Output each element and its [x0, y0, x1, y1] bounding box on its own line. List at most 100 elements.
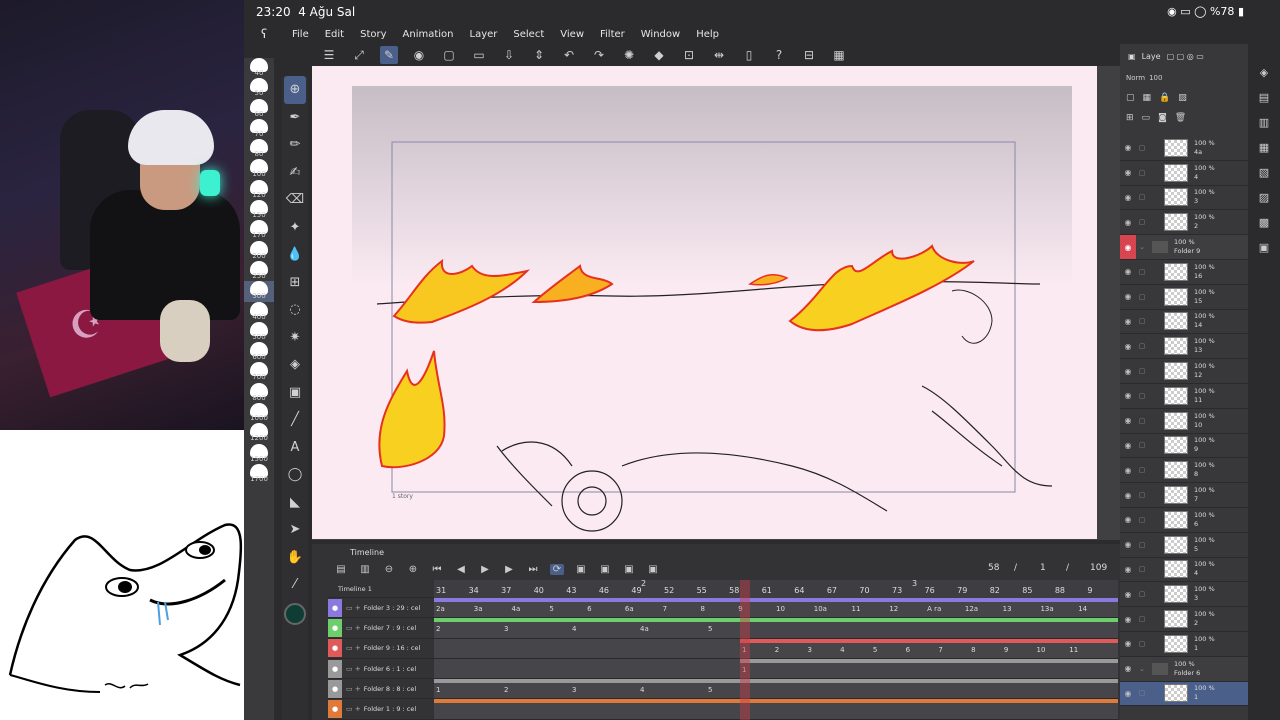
layer-lock-icon[interactable]: ▢ [1136, 218, 1148, 226]
ref-icon[interactable]: ▦ [1143, 93, 1152, 103]
layer-visibility-icon[interactable]: ◉ [1120, 409, 1136, 433]
brush-size-item[interactable]: 500 [244, 321, 274, 342]
cel-label[interactable]: 13 [1003, 605, 1012, 613]
track-label[interactable]: ● ▭ + Folder 6 : 1 : cel [328, 659, 434, 680]
layer-lock-icon[interactable]: ▢ [1136, 565, 1148, 573]
delete-layer-icon[interactable]: 🗑 [1175, 113, 1186, 123]
layer-props-icon[interactable]: ▤ [1251, 86, 1277, 108]
current-frame[interactable]: 58 [988, 563, 999, 573]
play-icon[interactable]: ▶ [478, 564, 492, 575]
cel-specify-icon[interactable]: ▣ [622, 564, 636, 575]
layer-visibility-icon[interactable]: ◉ [1120, 607, 1136, 631]
save-icon[interactable]: ⇩ [500, 46, 518, 64]
lock-alpha-icon[interactable]: ▨ [1178, 93, 1187, 103]
layer-lock-icon[interactable]: ▢ [1136, 417, 1148, 425]
layer-visibility-icon[interactable]: ◉ [1120, 458, 1136, 482]
track-visibility-icon[interactable]: ● [328, 679, 342, 698]
cel-label[interactable]: 4a [512, 605, 521, 613]
layer-visibility-icon[interactable]: ◉ [1120, 632, 1136, 656]
canvas-area[interactable]: 1 story [312, 66, 1120, 540]
fill-tool-icon[interactable]: ◈ [284, 351, 306, 379]
layer-row[interactable]: ◉ ▢ 100 % 2 [1120, 210, 1248, 236]
layer-row[interactable]: ◉ ▢ 100 % 3 [1120, 186, 1248, 211]
cel-label[interactable]: 2 [775, 646, 779, 654]
menu-select[interactable]: Select [505, 29, 552, 40]
cel-label[interactable]: 5 [708, 625, 712, 633]
menu-edit[interactable]: Edit [317, 29, 352, 40]
grid-tool-icon[interactable]: ⊞ [284, 269, 306, 297]
layer-folder-row[interactable]: ◉ ⌄ 100 % Folder 9 [1120, 235, 1248, 260]
cel-label[interactable]: 10 [776, 605, 785, 613]
cel-label[interactable]: 5 [549, 605, 553, 613]
layer-row[interactable]: ◉ ▢ 100 % 4 [1120, 161, 1248, 186]
layer-lock-icon[interactable]: ▢ [1136, 441, 1148, 449]
zoom-out-icon[interactable]: ⊖ [382, 564, 396, 575]
page-number[interactable]: 1 [1040, 563, 1046, 573]
navigator-icon[interactable]: ▧ [1251, 161, 1277, 183]
cel-label[interactable]: 7 [938, 646, 942, 654]
cel-label[interactable]: 8 [700, 605, 704, 613]
brush-size-item[interactable]: 400 [244, 301, 274, 322]
cel-label[interactable]: 5 [873, 646, 877, 654]
menu-animation[interactable]: Animation [395, 29, 462, 40]
layer-lock-icon[interactable]: ▢ [1136, 193, 1148, 201]
layer-tab[interactable]: ▣ Laye ▢ ▢ ◎ ▭ [1120, 44, 1248, 68]
layer-lock-icon[interactable]: ▢ [1136, 516, 1148, 524]
brush-size-item[interactable]: 1500 [244, 443, 274, 464]
brush-tool-icon[interactable]: ✍ [284, 159, 306, 187]
track-row[interactable]: 2a 3a 4a 5 6 6a 7 8 9 10 10a 11 12 A ra 12a 13 13a 14 [434, 598, 1118, 619]
cel-label[interactable]: 2a [436, 605, 445, 613]
fill-icon[interactable]: ◆ [650, 46, 668, 64]
open-folder-icon[interactable]: ▭ [470, 46, 488, 64]
menu-view[interactable]: View [552, 29, 592, 40]
layer-visibility-icon[interactable]: ◉ [1120, 483, 1136, 507]
brush-size-item[interactable]: 170 [244, 220, 274, 240]
layer-row[interactable]: ◉ ▢ 100 % 4 [1120, 558, 1248, 583]
menu-help[interactable]: Help [688, 29, 727, 40]
cel-label[interactable]: 6 [587, 605, 591, 613]
layer-row[interactable]: ◉ ▢ 100 % 12 [1120, 359, 1248, 384]
brush-size-item[interactable]: 70 [244, 118, 274, 139]
playhead[interactable] [740, 580, 750, 720]
layer-lock-icon[interactable]: ▢ [1136, 169, 1148, 177]
color-set-icon[interactable]: ▣ [1251, 236, 1277, 258]
layer-row[interactable]: ◉ ▢ 100 % 7 [1120, 483, 1248, 508]
layer-lock-icon[interactable]: ▢ [1136, 541, 1148, 549]
next-frame-icon[interactable]: ▶ [502, 564, 516, 575]
layer-row[interactable]: ◉ ▢ 100 % 14 [1120, 310, 1248, 335]
layer-visibility-icon[interactable]: ◉ [1120, 260, 1136, 284]
frame-ruler[interactable]: 31 34 37 40 43 46 49 52 55 58 61 64 67 70 73 76 79 82 85 88… [434, 579, 1118, 598]
layer-visibility-icon[interactable]: ◉ [1120, 533, 1136, 557]
hand-tool-icon[interactable]: ✋ [284, 544, 306, 572]
text-tool-icon[interactable]: A [284, 434, 306, 462]
layer-row[interactable]: ◉ ▢ 100 % 3 [1120, 582, 1248, 608]
pen-tool-icon[interactable]: ✒ [284, 104, 306, 132]
brush-size-item[interactable]: 1000 [244, 403, 274, 423]
brush-size-item[interactable]: 1200 [244, 423, 274, 443]
cel-label[interactable]: 10a [814, 605, 827, 613]
new-layer-icon[interactable]: ⊞ [1126, 113, 1134, 123]
layer-visibility-icon[interactable]: ◉ [1120, 186, 1136, 210]
new-animation-folder-icon[interactable]: ▤ [334, 564, 348, 575]
prev-frame-icon[interactable]: ◀ [454, 564, 468, 575]
track-visibility-icon[interactable]: ● [328, 618, 342, 637]
brush-size-item[interactable]: 60 [244, 98, 274, 119]
layer-visibility-icon[interactable]: ◉ [1120, 657, 1136, 681]
layer-visibility-icon[interactable]: ◉ [1120, 235, 1136, 260]
brush-size-item[interactable]: 300 [244, 281, 274, 302]
cel-label[interactable]: 2 [436, 625, 440, 633]
gradient-tool-icon[interactable]: ▣ [284, 379, 306, 407]
track-visibility-icon[interactable]: ● [328, 659, 342, 678]
cel-label[interactable]: 3a [474, 605, 483, 613]
sort-icon[interactable]: ⇕ [530, 46, 548, 64]
layer-row[interactable]: ◉ ▢ 100 % 15 [1120, 285, 1248, 310]
blend-tool-icon[interactable]: 💧 [284, 241, 306, 269]
folder-expand-icon[interactable]: ⌄ [1136, 243, 1148, 251]
layer-visibility-icon[interactable]: ◉ [1120, 557, 1136, 581]
search-layer-icon[interactable]: ▦ [1251, 136, 1277, 158]
cel-label[interactable]: 4 [840, 646, 844, 654]
cel-label[interactable]: 3 [572, 686, 576, 694]
tool-property-icon[interactable]: ▨ [1251, 186, 1277, 208]
flip-icon[interactable]: ⇹ [710, 46, 728, 64]
track-row[interactable] [434, 699, 1118, 720]
